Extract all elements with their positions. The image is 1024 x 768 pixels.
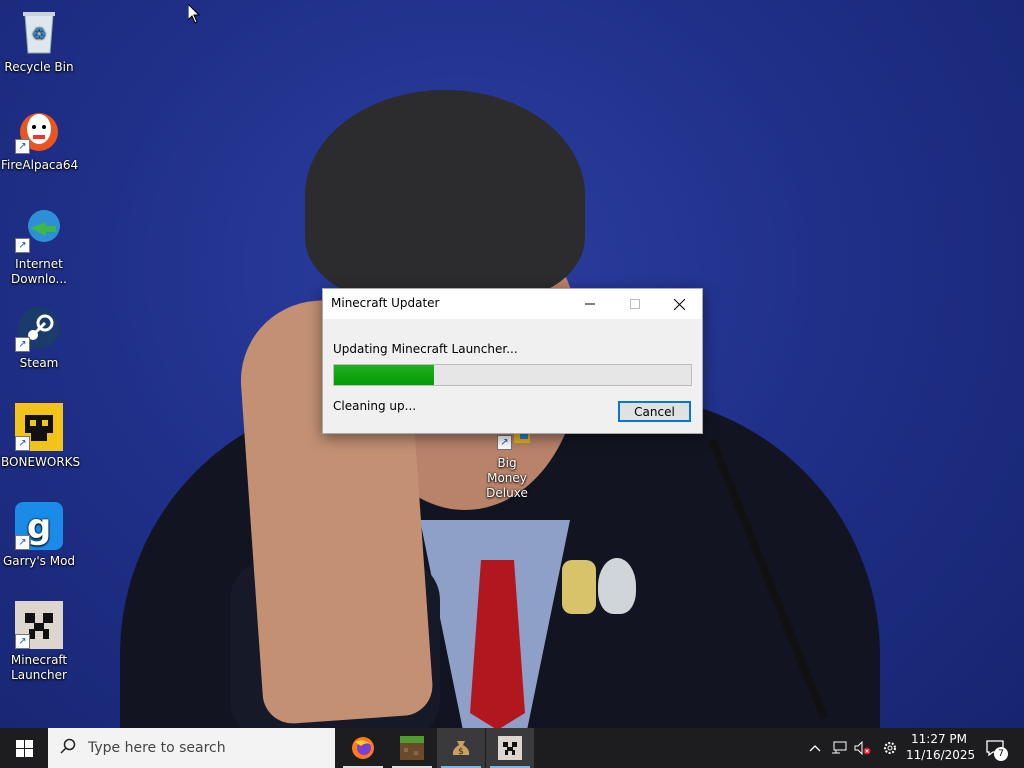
update-substatus-text: Cleaning up... xyxy=(333,399,417,413)
creeper-icon xyxy=(498,736,522,760)
creeper-icon: ↗ xyxy=(15,601,63,649)
desktop-icon-minecraft-launcher[interactable]: ↗ Minecraft Launcher xyxy=(1,601,77,683)
taskbar: Type here to search $ 11:27 PM 11/16/202… xyxy=(0,728,1024,768)
minecraft-updater-dialog: Minecraft Updater Updating Minecraft Lau… xyxy=(322,288,703,434)
update-progress-bar xyxy=(333,364,692,386)
minecraft-grass-icon xyxy=(400,736,424,760)
maximize-icon xyxy=(629,299,640,309)
firefox-icon xyxy=(352,737,374,759)
shortcut-arrow-icon: ↗ xyxy=(15,139,30,154)
search-placeholder: Type here to search xyxy=(88,740,226,756)
notification-count-badge: 7 xyxy=(994,747,1008,761)
start-button[interactable] xyxy=(0,728,48,768)
mouse-cursor-icon xyxy=(188,4,200,24)
desktop-icon-label: Recycle Bin xyxy=(4,60,74,74)
desktop-icon-label: Steam xyxy=(19,356,59,370)
desktop-icon-recycle-bin[interactable]: ♻ Recycle Bin xyxy=(1,8,77,75)
taskbar-clock[interactable]: 11:27 PM 11/16/2025 xyxy=(906,731,976,763)
close-button[interactable] xyxy=(657,289,702,319)
wallpaper-pin-silver xyxy=(598,558,636,614)
wallpaper-pin-gold xyxy=(562,560,596,614)
action-center-button[interactable]: 7 xyxy=(980,728,1010,768)
progress-fill xyxy=(334,365,434,385)
gear-icon xyxy=(884,742,896,754)
close-icon xyxy=(674,298,685,310)
shortcut-arrow-icon: ↗ xyxy=(15,634,30,649)
desktop-icon-label: Minecraft Launcher xyxy=(10,653,68,682)
update-status-text: Updating Minecraft Launcher... xyxy=(333,342,518,356)
recycle-bin-icon: ♻ xyxy=(15,8,63,56)
globe-download-icon: ↗ xyxy=(15,205,63,253)
svg-text:$: $ xyxy=(458,747,464,757)
shortcut-arrow-icon: ↗ xyxy=(15,238,30,253)
network-tray-button[interactable] xyxy=(828,728,850,768)
dialog-titlebar[interactable]: Minecraft Updater xyxy=(323,289,702,319)
search-icon xyxy=(48,738,88,758)
desktop-icon-label: Garry's Mod xyxy=(2,554,76,568)
desktop-icon-label: BONEWORKS xyxy=(1,455,81,469)
volume-muted-icon xyxy=(854,741,871,755)
shortcut-arrow-icon: ↗ xyxy=(15,535,30,550)
taskbar-app-firefox[interactable] xyxy=(339,728,387,768)
settings-tray-button[interactable] xyxy=(878,728,902,768)
shortcut-arrow-icon: ↗ xyxy=(15,436,30,451)
desktop-icon-boneworks[interactable]: ↗ BONEWORKS xyxy=(1,403,81,470)
minimize-button[interactable] xyxy=(567,289,612,319)
show-hidden-icons-button[interactable] xyxy=(806,728,824,768)
steam-icon: ↗ xyxy=(15,304,63,352)
money-bag-icon: $ xyxy=(452,741,470,757)
desktop-icon-label: FireAlpaca64 xyxy=(1,158,79,172)
network-icon xyxy=(832,741,847,754)
volume-tray-button[interactable] xyxy=(852,728,874,768)
svg-text:♻: ♻ xyxy=(32,24,46,43)
minimize-icon xyxy=(584,303,595,305)
desktop-icon-garrys-mod[interactable]: g ↗ Garry's Mod xyxy=(1,502,77,569)
clock-time: 11:27 PM xyxy=(911,732,967,746)
garrys-mod-icon: g ↗ xyxy=(15,502,63,550)
shortcut-arrow-icon: ↗ xyxy=(497,435,512,450)
skull-icon: ↗ xyxy=(15,403,63,451)
desktop-icon-internet-download-manager[interactable]: ↗ Internet Downlo... xyxy=(1,205,77,287)
windows-logo-icon xyxy=(15,739,33,757)
desktop-icon-firealpaca[interactable]: ↗ FireAlpaca64 xyxy=(1,106,79,173)
desktop-icon-label: Big Money Deluxe xyxy=(486,456,528,500)
firealpaca-icon: ↗ xyxy=(15,106,63,154)
taskbar-app-big-money[interactable]: $ xyxy=(437,728,485,768)
cancel-button[interactable]: Cancel xyxy=(618,401,691,422)
desktop-icon-steam[interactable]: ↗ Steam xyxy=(1,304,77,371)
dialog-title: Minecraft Updater xyxy=(331,296,440,310)
maximize-button xyxy=(612,289,657,319)
taskbar-app-minecraft[interactable] xyxy=(388,728,436,768)
taskbar-search-box[interactable]: Type here to search xyxy=(48,728,335,768)
svg-text:g: g xyxy=(27,507,51,547)
shortcut-arrow-icon: ↗ xyxy=(15,337,30,352)
desktop-icon-label: Internet Downlo... xyxy=(11,257,67,286)
wallpaper-hair xyxy=(305,90,585,300)
taskbar-app-minecraft-launcher[interactable] xyxy=(486,728,534,768)
clock-date: 11/16/2025 xyxy=(906,748,976,762)
chevron-up-icon xyxy=(809,745,821,752)
